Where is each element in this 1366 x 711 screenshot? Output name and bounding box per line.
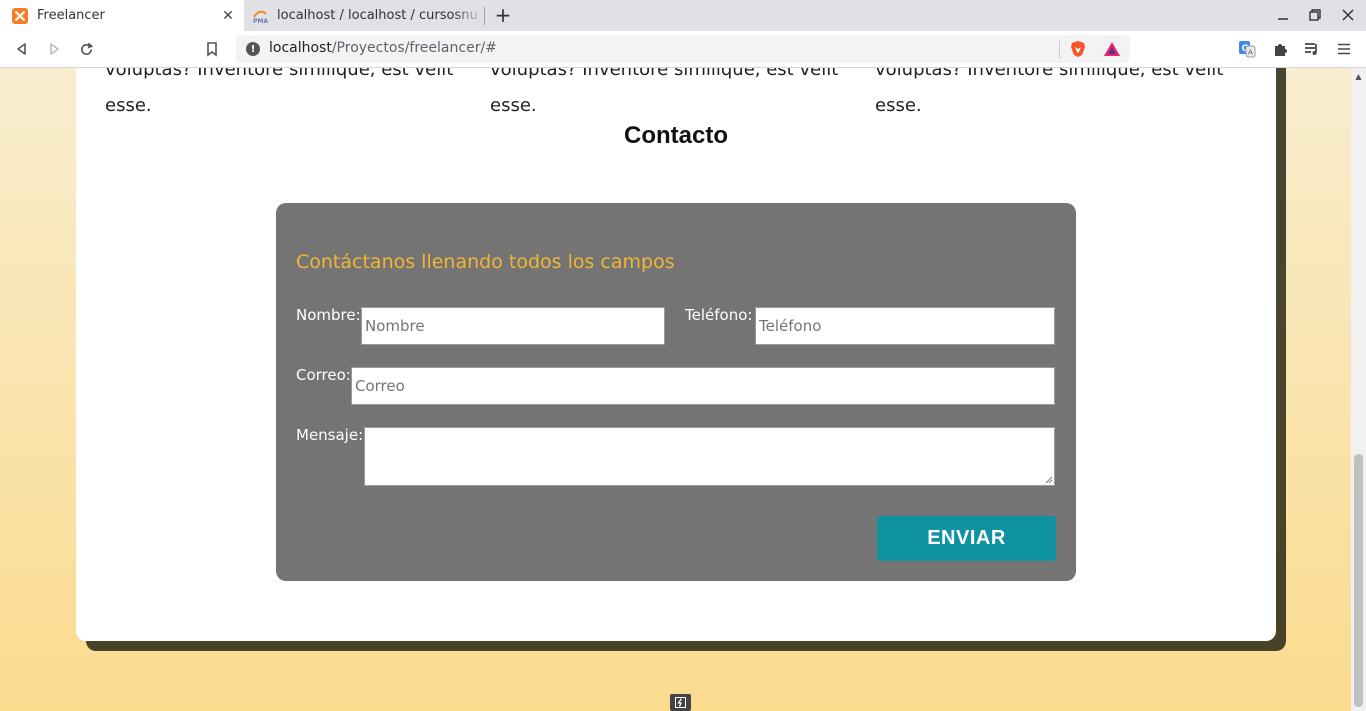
url-path: /Proyectos/freelancer/# [331,40,497,56]
name-input[interactable] [361,307,665,345]
forward-icon[interactable] [42,37,66,61]
resize-handle-icon[interactable] [1045,476,1053,484]
column-line: voluptas? Inventore similique, est velit [875,68,1224,80]
scrollbar-thumb[interactable] [1354,454,1363,707]
column-line: esse. [875,95,922,116]
column-line: esse. [490,95,537,116]
tab-separator [484,7,485,25]
tab-title: localhost / localhost / cursosnu [277,8,478,23]
tab-title: Freelancer [37,8,105,23]
column-text-3: voluptas? Inventore similique, est velit… [875,68,1235,124]
column-line: voluptas? Inventore similique, est velit [490,68,839,80]
tab-freelancer[interactable]: Freelancer ✕ [0,0,244,31]
reload-icon[interactable] [74,37,98,61]
address-bar[interactable]: ! localhost/Proyectos/freelancer/# [236,35,1130,63]
phpmyadmin-icon: PMA [252,8,268,24]
page-scrollbar[interactable]: ▲ [1351,68,1366,711]
brave-shields-icon[interactable] [1069,40,1087,58]
omnibox-divider [1059,41,1060,59]
tab-strip: Freelancer ✕ PMA localhost / localhost /… [0,0,1366,31]
contact-title: Contacto [624,122,728,149]
page-viewport: voluptas? Inventore similique, est velit… [0,68,1351,711]
column-text-2: voluptas? Inventore similique, est velit… [490,68,850,124]
xampp-icon [12,7,28,24]
email-label: Correo: [296,366,351,384]
menu-icon[interactable] [1332,37,1356,61]
toolbar: ! localhost/Proyectos/freelancer/# GA [0,31,1366,68]
bookmark-icon[interactable] [200,37,224,61]
message-textarea[interactable] [364,427,1055,486]
message-label: Mensaje: [296,426,364,444]
brave-rewards-icon[interactable] [1103,40,1121,58]
send-button[interactable]: ENVIAR [877,516,1056,561]
minimize-icon[interactable] [1271,4,1295,26]
name-label: Nombre: [296,306,361,324]
svg-text:PMA: PMA [253,18,268,24]
media-queue-icon[interactable] [1300,37,1324,61]
new-tab-icon[interactable]: + [492,3,514,27]
tab-phpmyadmin[interactable]: PMA localhost / localhost / cursosnu [244,0,484,31]
devtools-badge-icon[interactable] [670,694,691,711]
restore-icon[interactable] [1303,4,1327,26]
extensions-icon[interactable] [1268,37,1292,61]
close-window-icon[interactable] [1336,4,1360,26]
content-card: voluptas? Inventore similique, est velit… [76,68,1276,641]
svg-text:A: A [1248,49,1253,57]
phone-label: Teléfono: [685,306,753,324]
site-info-icon[interactable]: ! [246,42,260,56]
url-host: localhost [269,40,332,56]
url-text[interactable]: localhost/Proyectos/freelancer/# [269,40,497,56]
close-tab-icon[interactable]: ✕ [218,6,238,26]
form-heading: Contáctanos llenando todos los campos [296,251,675,273]
contact-form: Contáctanos llenando todos los campos No… [276,203,1076,581]
scroll-up-arrow-icon[interactable]: ▲ [1351,70,1366,82]
column-line: voluptas? Inventore similique, est velit [105,68,454,80]
column-line: esse. [105,95,152,116]
phone-input[interactable] [755,307,1055,345]
email-input[interactable] [351,367,1055,405]
translate-icon[interactable]: GA [1235,37,1259,61]
column-text-1: voluptas? Inventore similique, est velit… [105,68,465,124]
back-icon[interactable] [10,37,34,61]
